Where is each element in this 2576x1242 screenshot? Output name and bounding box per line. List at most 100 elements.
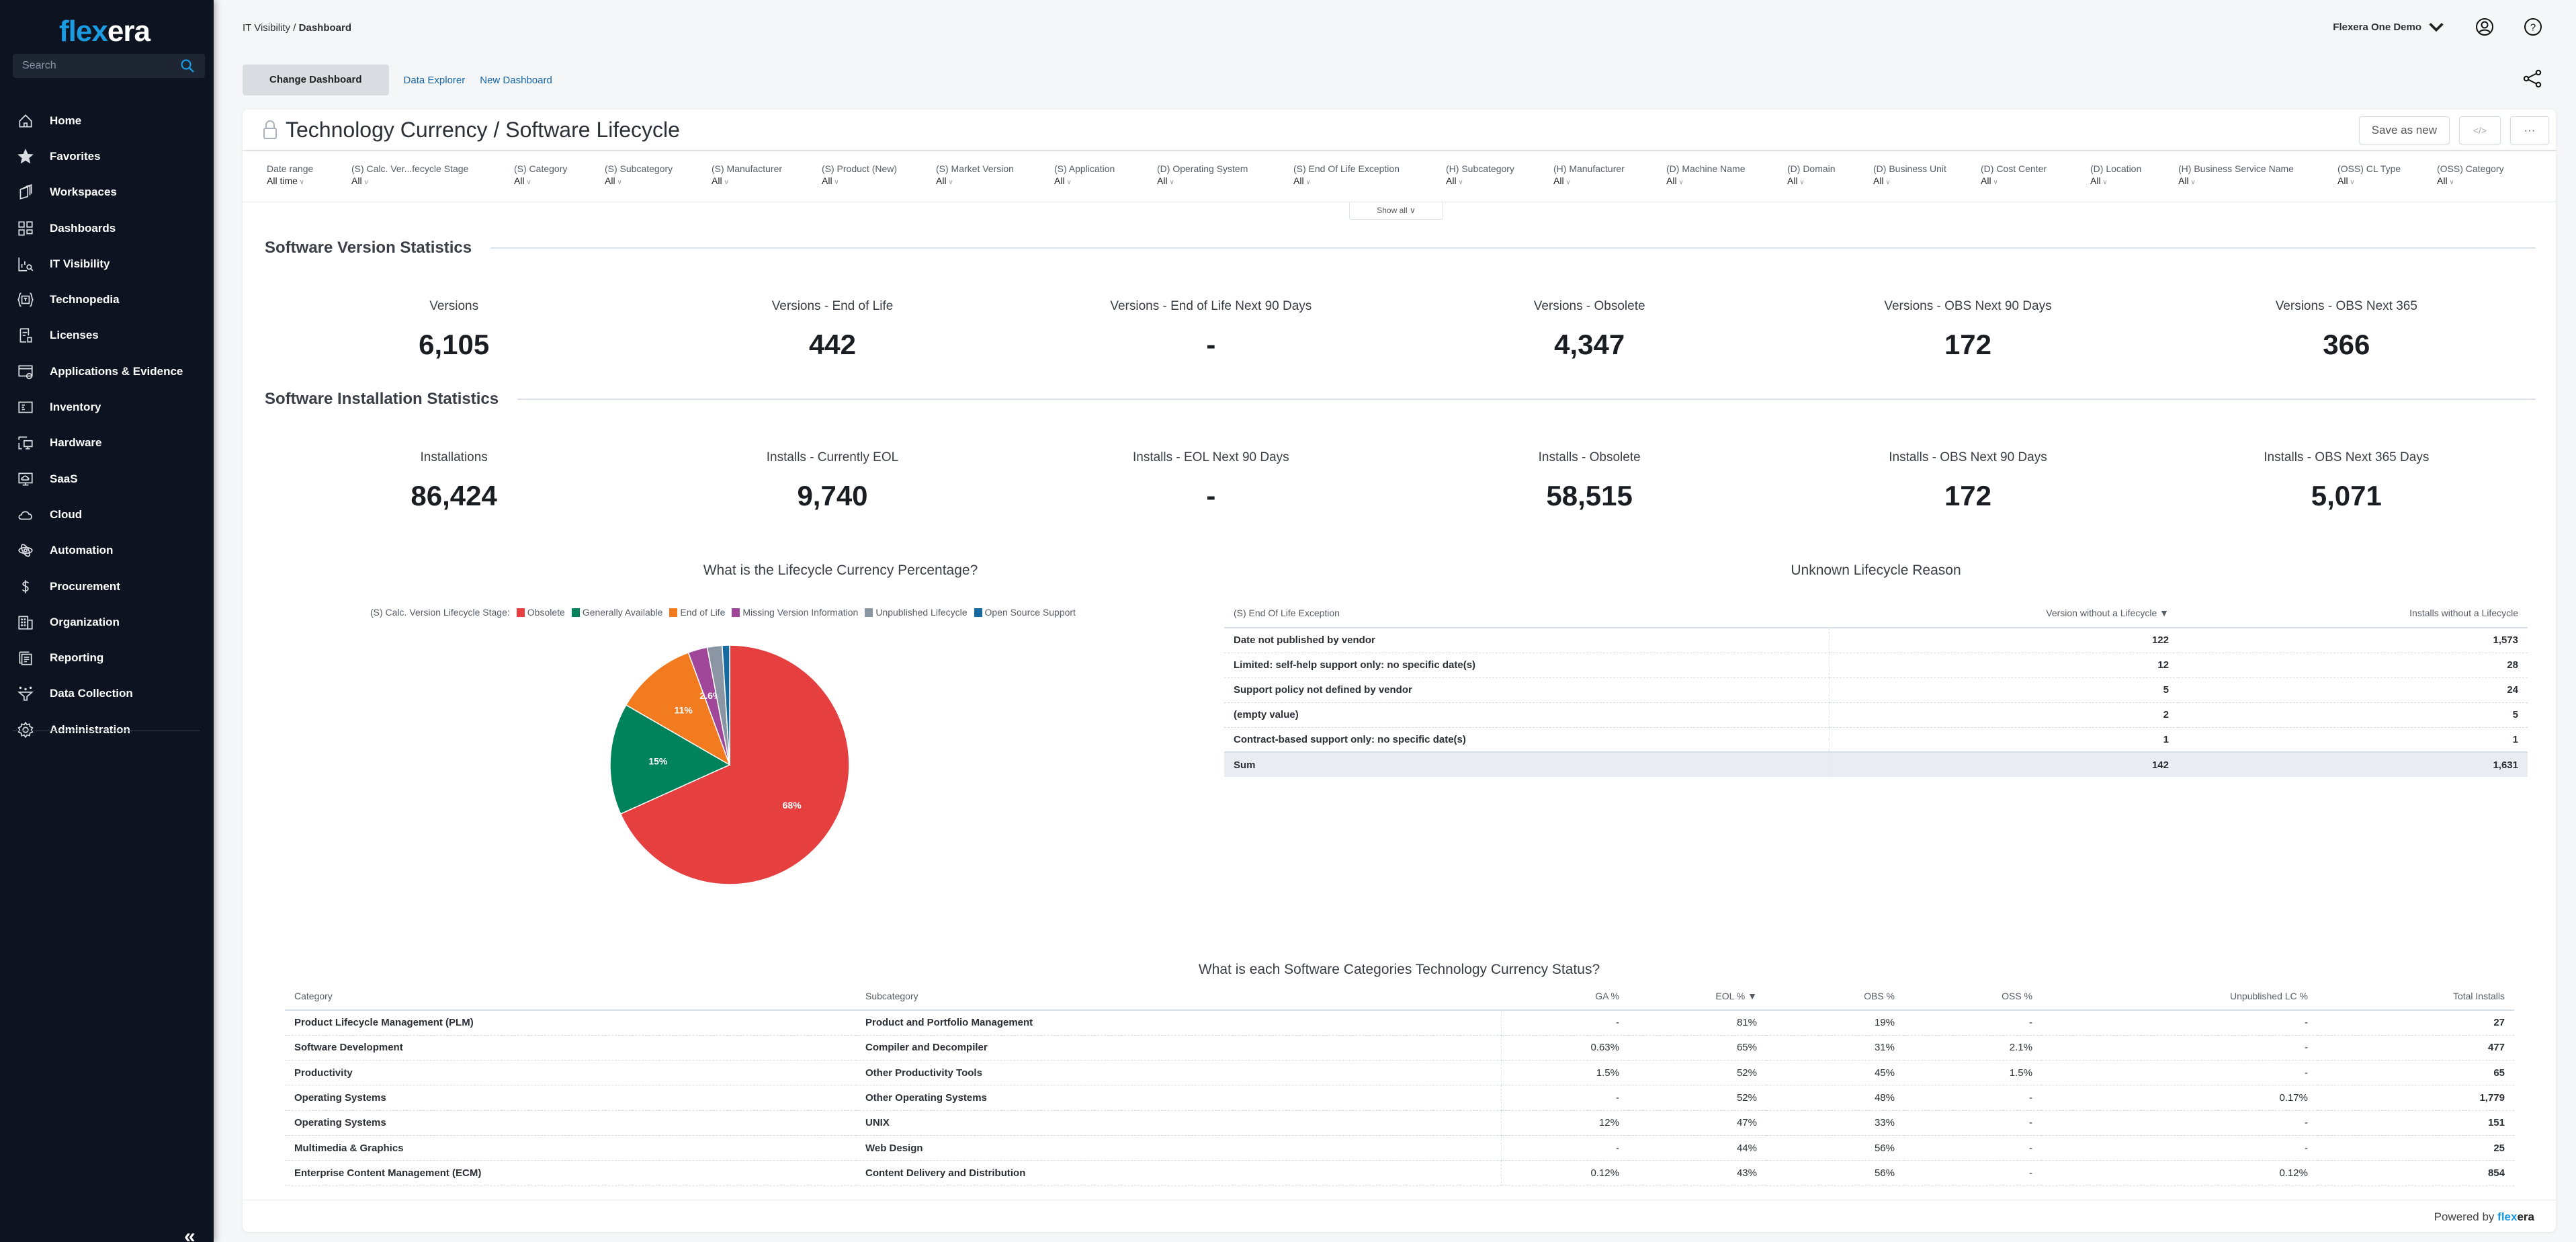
sidebar-item-licenses[interactable]: Licenses xyxy=(0,318,214,354)
kpi-tile[interactable]: Versions - End of Life Next 90 Days - xyxy=(1022,299,1400,361)
new-dashboard-link[interactable]: New Dashboard xyxy=(480,75,552,86)
filter-dropdown[interactable]: (H) Business Service Name All xyxy=(2178,163,2337,202)
user-profile-icon[interactable] xyxy=(2475,17,2494,36)
filter-dropdown[interactable]: (D) Machine Name All xyxy=(1666,163,1787,202)
filter-dropdown[interactable]: (S) Subcategory All xyxy=(605,163,712,202)
code-view-button[interactable]: </> xyxy=(2459,116,2501,144)
sort-desc-icon: ▼ xyxy=(2159,607,2169,618)
table-row[interactable]: Operating Systems UNIX 12% 47% 33% - -151 xyxy=(285,1110,2514,1136)
column-header[interactable]: Installs without a Lifecycle xyxy=(2178,598,2528,628)
kpi-tile[interactable]: Installs - EOL Next 90 Days - xyxy=(1022,450,1400,512)
table-row[interactable]: Contract-based support only: no specific… xyxy=(1224,727,2528,753)
sidebar-item-home[interactable]: Home xyxy=(0,103,214,138)
filter-value: All xyxy=(2337,175,2437,186)
sidebar-item-it-visibility[interactable]: IT Visibility xyxy=(0,246,214,282)
column-header-sorted[interactable]: Version without a Lifecycle ▼ xyxy=(1829,598,2178,628)
table-row[interactable]: Limited: self-help support only: no spec… xyxy=(1224,653,2528,678)
sidebar-item-inventory[interactable]: Inventory xyxy=(0,389,214,425)
kpi-tile[interactable]: Versions - OBS Next 90 Days 172 xyxy=(1778,299,2157,361)
kpi-tile[interactable]: Versions - OBS Next 365 366 xyxy=(2157,299,2536,361)
sidebar-item-dashboards[interactable]: Dashboards xyxy=(0,210,214,246)
kpi-tile[interactable]: Versions - End of Life 442 xyxy=(643,299,1021,361)
sidebar-item-hardware[interactable]: Hardware xyxy=(0,425,214,461)
kpi-tile[interactable]: Installs - OBS Next 365 Days 5,071 xyxy=(2157,450,2536,512)
show-all-filters-button[interactable]: Show all ∨ xyxy=(1349,202,1443,220)
sidebar-item-cloud[interactable]: Cloud xyxy=(0,497,214,532)
account-switcher[interactable]: Flexera One Demo xyxy=(2333,17,2446,36)
sidebar-item-administration[interactable]: Administration xyxy=(0,712,214,747)
share-icon[interactable] xyxy=(2522,69,2542,89)
search-icon[interactable] xyxy=(179,58,196,74)
table-row[interactable]: Enterprise Content Management (ECM) Conte… xyxy=(285,1160,2514,1186)
column-header[interactable]: Unpublished LC % xyxy=(2042,982,2317,1011)
sidebar-item-data-collection[interactable]: Data Collection xyxy=(0,676,214,712)
kpi-tile[interactable]: Installs - Currently EOL 9,740 xyxy=(643,450,1021,512)
kpi-tile[interactable]: Installations 86,424 xyxy=(265,450,643,512)
filter-dropdown[interactable]: (D) Cost Center All xyxy=(1981,163,2090,202)
filter-dropdown[interactable]: (S) Product (New) All xyxy=(822,163,936,202)
sidebar-item-technopedia[interactable]: Technopedia xyxy=(0,282,214,317)
legend-item[interactable]: Generally Available xyxy=(571,607,662,618)
sidebar-item-favorites[interactable]: Favorites xyxy=(0,138,214,174)
table-row[interactable]: Date not published by vendor 122 1,573 xyxy=(1224,628,2528,653)
kpi-tile[interactable]: Versions 6,105 xyxy=(265,299,643,361)
filter-dropdown[interactable]: (H) Manufacturer All xyxy=(1553,163,1666,202)
sidebar-item-applications-evidence[interactable]: Applications & Evidence xyxy=(0,354,214,389)
sidebar-item-automation[interactable]: Automation xyxy=(0,533,214,569)
sidebar-item-saas[interactable]: SaaS xyxy=(0,461,214,497)
kpi-tile[interactable]: Installs - Obsolete 58,515 xyxy=(1400,450,1778,512)
kpi-tile[interactable]: Installs - OBS Next 90 Days 172 xyxy=(1778,450,2157,512)
filter-dropdown[interactable]: (OSS) CL Type All xyxy=(2337,163,2437,202)
sidebar-item-reporting[interactable]: Reporting xyxy=(0,640,214,675)
filter-dropdown[interactable]: (OSS) Category All xyxy=(2437,163,2518,202)
sidebar-search-input[interactable]: Search xyxy=(13,54,205,78)
kpi-tile[interactable]: Versions - Obsolete 4,347 xyxy=(1400,299,1778,361)
table-row[interactable]: Operating Systems Other Operating Systems… xyxy=(285,1085,2514,1111)
change-dashboard-button[interactable]: Change Dashboard xyxy=(243,65,389,95)
column-header[interactable]: Total Installs xyxy=(2317,982,2514,1011)
table-row[interactable]: (empty value) 2 5 xyxy=(1224,702,2528,728)
filter-dropdown[interactable]: (S) End Of Life Exception All xyxy=(1293,163,1446,202)
filter-dropdown[interactable]: (D) Location All xyxy=(2090,163,2178,202)
filter-dropdown[interactable]: (H) Subcategory All xyxy=(1446,163,1553,202)
sidebar-item-procurement[interactable]: Procurement xyxy=(0,569,214,604)
table-row[interactable]: Product Lifecycle Management (PLM) Produc… xyxy=(285,1010,2514,1036)
table-row[interactable]: Multimedia & Graphics Web Design -44% 56% - -… xyxy=(285,1135,2514,1161)
funnel-icon xyxy=(16,684,35,703)
column-header[interactable]: Subcategory xyxy=(856,982,1501,1011)
save-as-new-button[interactable]: Save as new xyxy=(2358,116,2450,144)
help-icon[interactable]: ? xyxy=(2524,17,2542,36)
filter-dropdown[interactable]: (D) Operating System All xyxy=(1157,163,1293,202)
column-header[interactable]: OBS % xyxy=(1766,982,1904,1011)
filter-dropdown[interactable]: (S) Calc. Ver...fecycle Stage All xyxy=(351,163,514,202)
filter-dropdown[interactable]: (S) Manufacturer All xyxy=(712,163,822,202)
legend-item[interactable]: End of Life xyxy=(669,607,725,618)
flexera-logo[interactable]: flexera xyxy=(59,15,151,48)
legend-item[interactable]: Missing Version Information xyxy=(732,607,858,618)
table-row[interactable]: Support policy not defined by vendor 5 24 xyxy=(1224,677,2528,703)
table-row[interactable]: Software Development Compiler and Decompi… xyxy=(285,1035,2514,1061)
filter-dropdown[interactable]: Date range All time xyxy=(267,163,351,202)
breadcrumb-parent[interactable]: IT Visibility xyxy=(243,22,290,34)
column-header[interactable]: Category xyxy=(285,982,856,1011)
legend-item[interactable]: Unpublished Lifecycle xyxy=(865,607,968,618)
filter-dropdown[interactable]: (S) Category All xyxy=(514,163,605,202)
saas-icon xyxy=(16,470,35,489)
sidebar-item-workspaces[interactable]: Workspaces xyxy=(0,175,214,210)
column-header[interactable]: GA % xyxy=(1501,982,1629,1011)
table-row[interactable]: Productivity Other Productivity Tools 1.5%… xyxy=(285,1060,2514,1086)
collapse-sidebar-icon[interactable]: « xyxy=(184,1227,196,1242)
more-options-button[interactable]: ··· xyxy=(2510,116,2549,144)
data-explorer-link[interactable]: Data Explorer xyxy=(404,75,466,86)
filter-dropdown[interactable]: (D) Domain All xyxy=(1787,163,1873,202)
filter-dropdown[interactable]: (D) Business Unit All xyxy=(1873,163,1981,202)
filter-value: All xyxy=(1446,175,1553,186)
column-header[interactable]: OSS % xyxy=(1904,982,2042,1011)
sidebar-item-organization[interactable]: Organization xyxy=(0,604,214,640)
legend-item[interactable]: Obsolete xyxy=(516,607,565,618)
column-header-sorted[interactable]: EOL % ▼ xyxy=(1629,982,1766,1011)
legend-item[interactable]: Open Source Support xyxy=(974,607,1076,618)
column-header[interactable]: (S) End Of Life Exception xyxy=(1224,598,1829,628)
filter-dropdown[interactable]: (S) Application All xyxy=(1054,163,1157,202)
filter-dropdown[interactable]: (S) Market Version All xyxy=(936,163,1054,202)
